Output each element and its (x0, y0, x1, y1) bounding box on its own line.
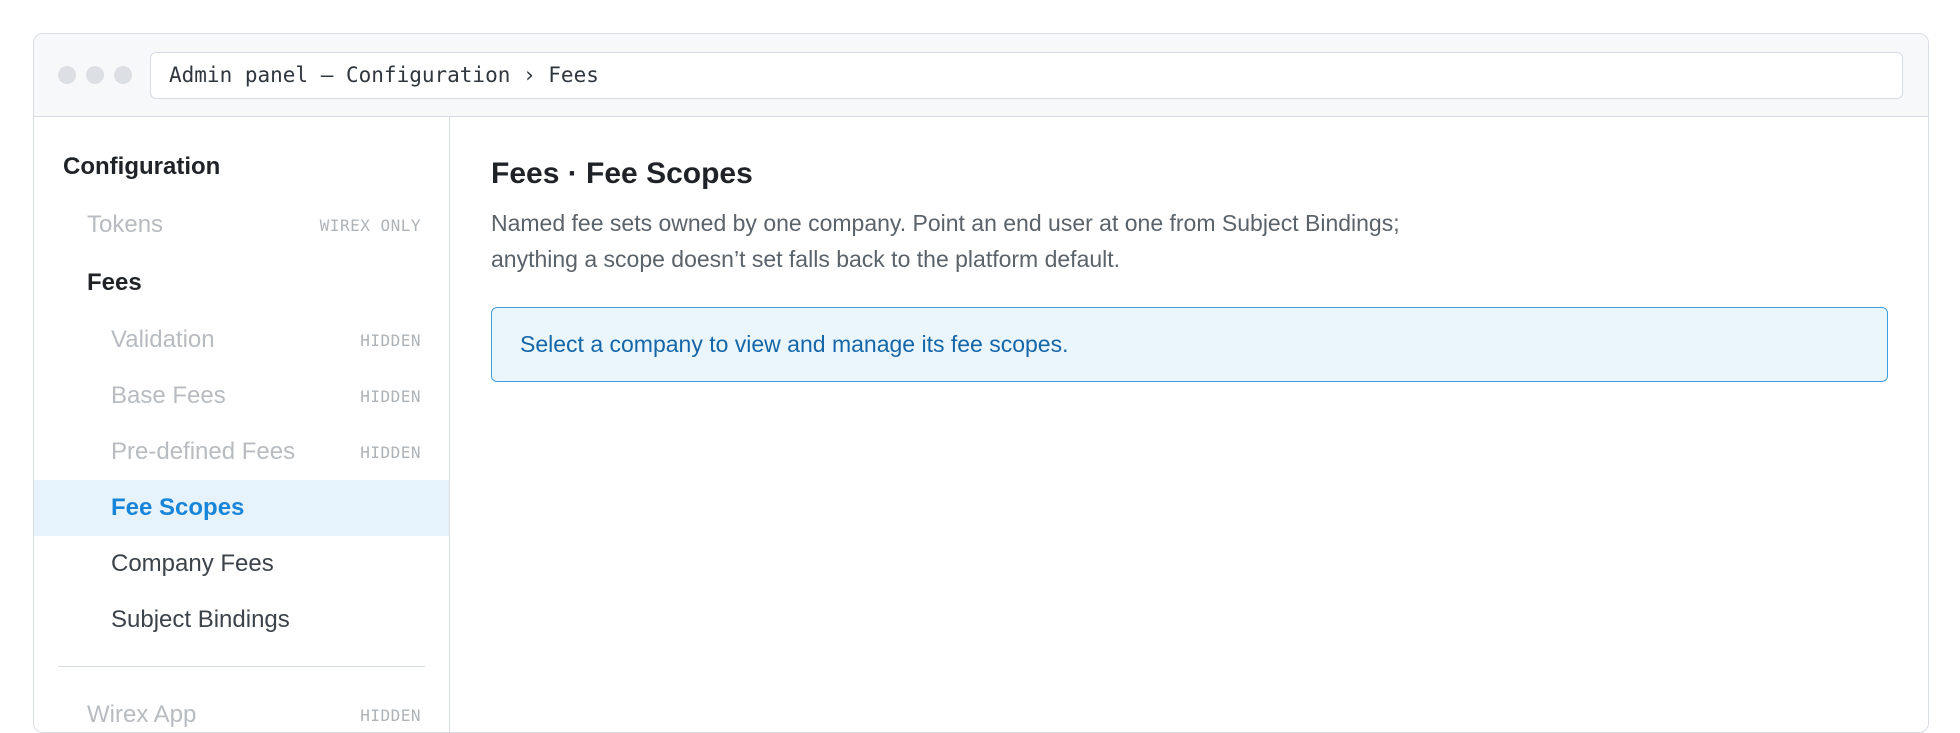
sidebar-item-base-fees[interactable]: Base Fees HIDDEN (34, 368, 449, 424)
sidebar-item-company-fees[interactable]: Company Fees (34, 536, 449, 592)
sidebar-item-wirex-app[interactable]: Wirex App HIDDEN (34, 687, 449, 732)
sidebar-item-validation[interactable]: Validation HIDDEN (34, 312, 449, 368)
sidebar-item-tokens[interactable]: Tokens WIREX ONLY (34, 196, 449, 254)
select-company-notice: Select a company to view and manage its … (491, 307, 1888, 382)
page-description: Named fee sets owned by one company. Poi… (491, 210, 1400, 272)
minimize-dot-icon[interactable] (86, 66, 104, 84)
page-title: Fees · Fee Scopes (491, 157, 753, 190)
wirex-only-badge: WIREX ONLY (319, 215, 421, 235)
maximize-dot-icon[interactable] (114, 66, 132, 84)
admin-window: Admin panel — Configuration › Fees Confi… (33, 33, 1929, 733)
window-controls (58, 66, 132, 84)
sidebar-item-label: Pre-defined Fees (111, 438, 296, 465)
sidebar-item-fees[interactable]: Fees (34, 254, 449, 312)
sidebar-item-label: Subject Bindings (111, 606, 290, 633)
sidebar-item-pre-defined-fees[interactable]: Pre-defined Fees HIDDEN (34, 424, 449, 480)
close-dot-icon[interactable] (58, 66, 76, 84)
hidden-badge: HIDDEN (360, 330, 421, 350)
sidebar-item-label: Fees (87, 269, 142, 296)
sidebar-item-label: Validation (111, 326, 215, 353)
sidebar-item-label: Company Fees (111, 550, 274, 577)
hidden-badge: HIDDEN (360, 386, 421, 406)
sidebar-item-fee-scopes[interactable]: Fee Scopes (34, 480, 449, 536)
sidebar-item-subject-bindings[interactable]: Subject Bindings (34, 592, 449, 648)
main-content: Fees · Fee Scopes Named fee sets owned b… (450, 117, 1928, 732)
sidebar-divider (58, 666, 425, 667)
address-bar[interactable]: Admin panel — Configuration › Fees (150, 51, 1903, 99)
sidebar-heading: Configuration (63, 153, 221, 180)
hidden-badge: HIDDEN (360, 705, 421, 725)
sidebar-item-label: Wirex App (87, 701, 197, 728)
sidebar-item-label: Fee Scopes (111, 494, 245, 521)
sidebar-item-label: Tokens (87, 211, 164, 238)
window-titlebar: Admin panel — Configuration › Fees (34, 34, 1928, 117)
sidebar-nav: Configuration Tokens WIREX ONLY Fees Val… (34, 117, 450, 732)
hidden-badge: HIDDEN (360, 442, 421, 462)
sidebar-item-label: Base Fees (111, 382, 226, 409)
